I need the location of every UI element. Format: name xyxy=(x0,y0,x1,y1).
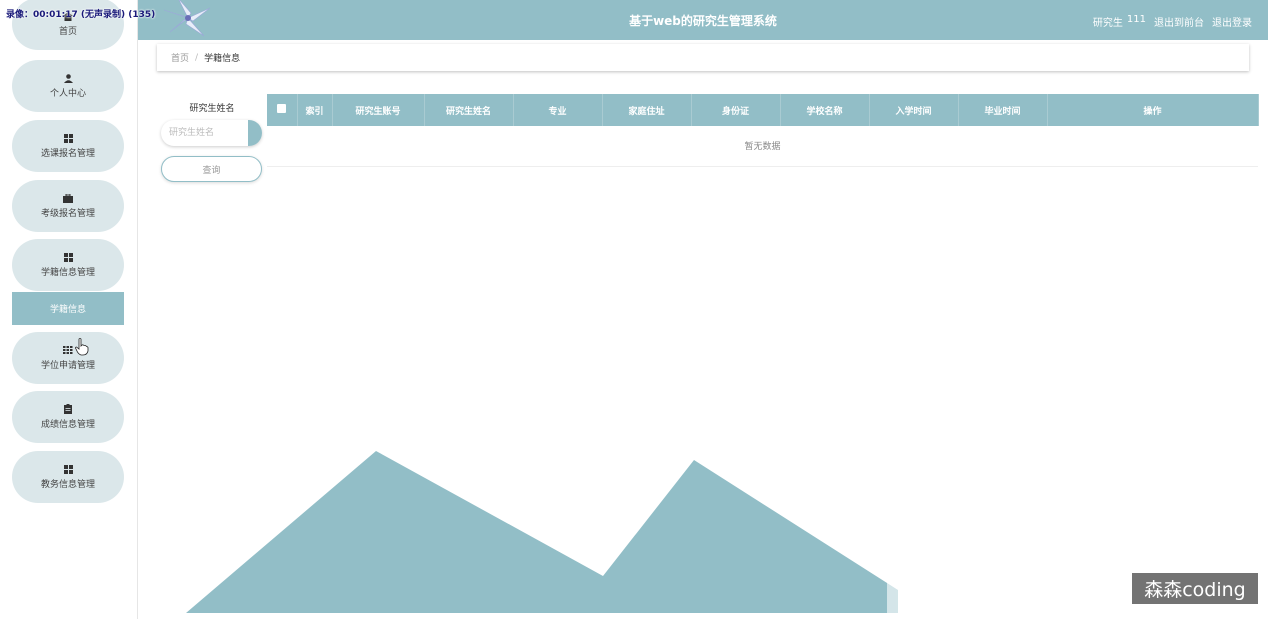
recording-overlay: 录像：00:01:17 (无声录制) (135) xyxy=(6,10,156,20)
clipboard-icon xyxy=(61,404,75,414)
column-header: 研究生账号 xyxy=(332,94,425,126)
sidebar-item-label: 学位申请管理 xyxy=(40,361,95,371)
table-empty-row: 暂无数据 xyxy=(267,126,1258,167)
hand-cursor-icon xyxy=(75,338,89,356)
column-header: 专业 xyxy=(513,94,603,126)
breadcrumb-home[interactable]: 首页 xyxy=(171,51,189,64)
column-header: 毕业时间 xyxy=(958,94,1048,126)
grid-icon xyxy=(61,133,75,143)
sidebar-item-label: 选课报名管理 xyxy=(40,149,95,159)
mountain-decoration xyxy=(186,451,898,613)
back-to-front-link[interactable]: 退出到前台 xyxy=(1154,14,1204,29)
breadcrumb-current: 学籍信息 xyxy=(204,54,241,64)
column-header: 身份证 xyxy=(691,94,781,126)
column-header: 研究生姓名 xyxy=(424,94,514,126)
sidebar-item-enrollment-info[interactable]: 学籍信息管理 xyxy=(12,239,124,291)
header-links: 研究生 111 退出到前台 退出登录 xyxy=(1093,14,1252,29)
sidebar-item-course-enroll[interactable]: 选课报名管理 xyxy=(12,120,124,172)
column-header: 操作 xyxy=(1047,94,1259,126)
sidebar-item-grades[interactable]: 成绩信息管理 xyxy=(12,391,124,443)
breadcrumb: 首页 / 学籍信息 xyxy=(157,44,1249,71)
sidebar: 首页 个人中心 选课报名管理 考级报名管理 学籍信息管理 学籍信息 学位申请管理… xyxy=(0,0,138,619)
user-icon xyxy=(61,73,75,83)
column-header: 家庭住址 xyxy=(602,94,692,126)
app-root: 首页 个人中心 选课报名管理 考级报名管理 学籍信息管理 学籍信息 学位申请管理… xyxy=(0,0,1268,619)
sidebar-item-label: 个人中心 xyxy=(49,89,86,99)
search-input[interactable] xyxy=(161,120,262,146)
user-role: 研究生 xyxy=(1092,18,1123,29)
column-header: 入学时间 xyxy=(869,94,959,126)
logout-link[interactable]: 退出登录 xyxy=(1212,14,1252,29)
sidebar-item-academic-affairs[interactable]: 教务信息管理 xyxy=(12,451,124,503)
sidebar-item-exam-enroll[interactable]: 考级报名管理 xyxy=(12,180,124,232)
top-header: 基于web的研究生管理系统 研究生 111 退出到前台 退出登录 xyxy=(138,0,1268,40)
sidebar-subitem-enrollment-info[interactable]: 学籍信息 xyxy=(12,292,124,325)
search-label: 研究生姓名 xyxy=(189,104,235,114)
sidebar-item-label: 学籍信息管理 xyxy=(40,268,95,278)
select-all-checkbox-cell[interactable] xyxy=(267,94,298,126)
data-table: 索引 研究生账号 研究生姓名 专业 家庭住址 身份证 学校名称 入学时间 毕业时… xyxy=(267,94,1259,167)
grid-dense-icon xyxy=(61,345,75,355)
user-name: 111 xyxy=(1126,14,1146,25)
query-button[interactable]: 查询 xyxy=(161,156,262,182)
sidebar-item-label: 教务信息管理 xyxy=(40,480,95,490)
briefcase-icon xyxy=(61,193,75,203)
sidebar-item-label: 考级报名管理 xyxy=(40,209,95,219)
sidebar-item-label: 首页 xyxy=(58,27,77,37)
select-all-checkbox[interactable] xyxy=(277,104,287,113)
watermark: 森森coding xyxy=(1132,573,1258,604)
grid-icon xyxy=(61,464,75,474)
grid-icon xyxy=(61,252,75,262)
empty-text: 暂无数据 xyxy=(267,126,1258,167)
sidebar-item-profile[interactable]: 个人中心 xyxy=(12,60,124,112)
search-input-cap xyxy=(248,120,262,146)
column-header: 索引 xyxy=(297,94,333,126)
sidebar-item-label: 成绩信息管理 xyxy=(40,420,95,430)
table-header-row: 索引 研究生账号 研究生姓名 专业 家庭住址 身份证 学校名称 入学时间 毕业时… xyxy=(267,94,1259,126)
column-header: 学校名称 xyxy=(780,94,870,126)
sidebar-item-degree-apply[interactable]: 学位申请管理 xyxy=(12,332,124,384)
breadcrumb-separator: / xyxy=(195,52,199,63)
